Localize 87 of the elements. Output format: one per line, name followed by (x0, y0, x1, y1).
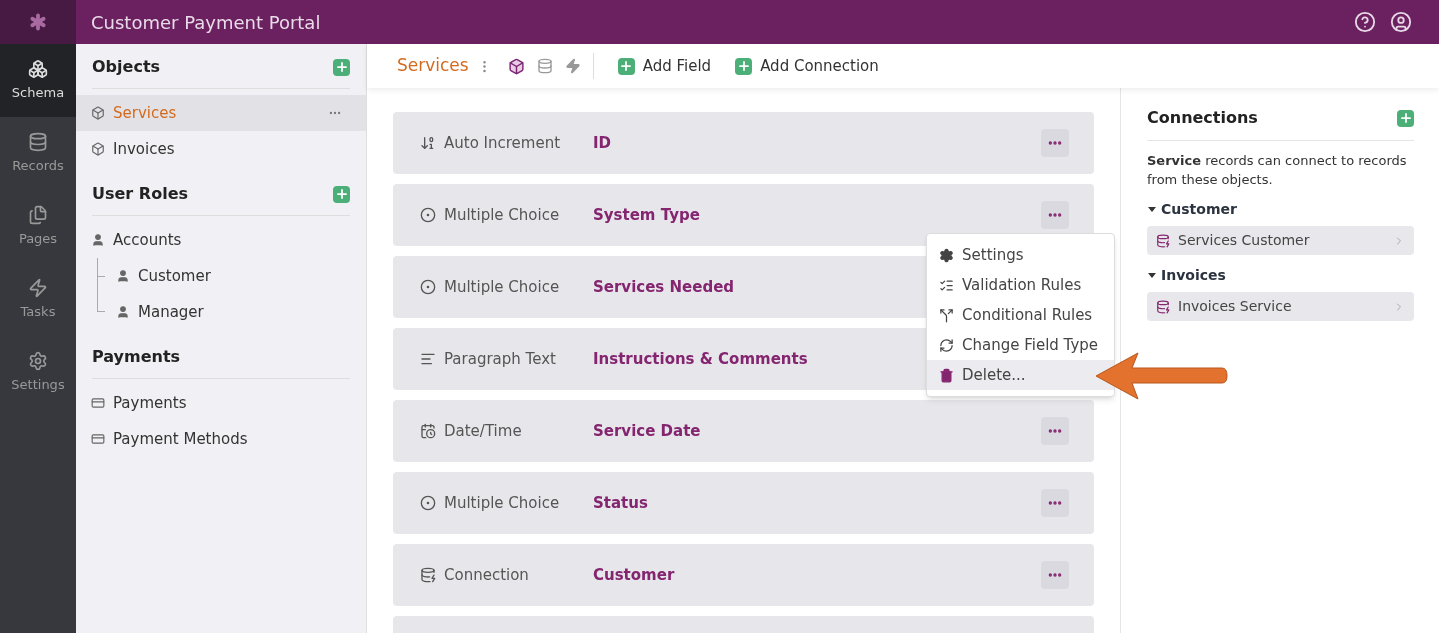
person-icon (116, 269, 130, 283)
field-name: System Type (593, 204, 700, 226)
choice-icon (420, 279, 436, 295)
choice-icon (420, 495, 436, 511)
more-button[interactable] (1041, 129, 1069, 157)
field-row[interactable]: Date/Time Service Date (393, 400, 1094, 462)
app-title: Customer Payment Portal (91, 10, 321, 35)
sidebar-item[interactable]: Invoices (76, 131, 366, 167)
add-button[interactable] (333, 185, 350, 203)
person-icon (91, 233, 105, 247)
section-title: User Roles (92, 183, 188, 205)
field-name: Customer (593, 564, 675, 586)
datetime-icon (420, 423, 436, 439)
add-toolbar-button[interactable]: Add Connection (735, 54, 879, 78)
connection-item[interactable]: Invoices Service (1147, 292, 1414, 321)
settings-icon (28, 350, 48, 371)
menu-item[interactable]: Delete... (927, 360, 1114, 390)
field-row[interactable]: Connection Customer (393, 544, 1094, 606)
field-type: Connection (444, 564, 529, 586)
cube-icon (91, 142, 105, 156)
nav-item[interactable]: Schema (0, 44, 76, 117)
panel-description: Service records can connect to records from these objects. (1147, 152, 1408, 189)
settings-icon (939, 247, 954, 263)
pages-icon (28, 204, 48, 225)
panel-title: Connections (1147, 107, 1258, 129)
field-row[interactable]: Multiple Choice System Type (393, 184, 1094, 246)
field-type: Multiple Choice (444, 492, 560, 514)
field-name: ID (593, 132, 612, 154)
caret-icon (1147, 206, 1157, 213)
validation-icon (939, 277, 954, 293)
sidebar-item[interactable]: Payments (76, 385, 366, 421)
field-type: Auto Increment (444, 132, 561, 154)
card-icon (91, 396, 105, 410)
sidebar-item[interactable]: Manager (76, 294, 366, 330)
nav-item[interactable]: Pages (0, 190, 76, 263)
more-button[interactable] (1041, 561, 1069, 589)
more-button[interactable] (1041, 417, 1069, 445)
add-button[interactable] (333, 58, 350, 76)
paragraph-icon (420, 351, 436, 367)
plus-icon (619, 59, 634, 73)
more-button[interactable] (1041, 201, 1069, 229)
field-type: Multiple Choice (444, 276, 560, 298)
field-name: Instructions & Comments (593, 348, 808, 370)
choice-icon (420, 207, 436, 223)
more-button[interactable] (1041, 489, 1069, 517)
sidebar-item[interactable]: Accounts (76, 222, 366, 258)
add-button[interactable] (1397, 109, 1414, 127)
field-row[interactable]: Multiple Choice Status (393, 472, 1094, 534)
sidebar-item[interactable]: Customer (76, 258, 366, 294)
bolt-icon[interactable] (564, 58, 581, 74)
person-icon (116, 305, 130, 319)
field-name: Services Needed (593, 276, 735, 298)
field-row[interactable]: Auto Increment ID (393, 112, 1094, 174)
cube-icon (91, 106, 105, 120)
object-title: Services (397, 54, 469, 78)
field-type: Paragraph Text (444, 348, 556, 370)
change-icon (939, 337, 954, 353)
caret-icon (1147, 272, 1157, 279)
conditional-icon (939, 307, 954, 323)
field-type: Multiple Choice (444, 204, 560, 226)
connection-icon (420, 567, 436, 583)
sidebar-item[interactable]: Payment Methods (76, 421, 366, 457)
trash-icon (939, 367, 954, 383)
nav-item[interactable]: Settings (0, 336, 76, 409)
database-icon[interactable] (536, 58, 553, 74)
group-title: Invoices (1161, 266, 1226, 285)
section-title: Payments (92, 346, 181, 368)
user-icon[interactable] (1390, 11, 1412, 33)
cube-icon[interactable] (507, 57, 525, 75)
nav-item[interactable]: Tasks (0, 263, 76, 336)
field-name: Status (593, 492, 648, 514)
add-toolbar-button[interactable]: Add Field (617, 54, 712, 78)
connection-icon (1156, 299, 1170, 314)
section-title: Objects (92, 56, 161, 78)
records-icon (28, 131, 48, 152)
plus-icon (736, 59, 751, 73)
tasks-icon (28, 277, 48, 298)
schema-icon (28, 58, 48, 79)
field-name: Service Date (593, 420, 701, 442)
card-icon (91, 432, 105, 446)
group-title: Customer (1161, 200, 1237, 219)
connection-item[interactable]: Services Customer (1147, 226, 1414, 255)
nav-item[interactable]: Records (0, 117, 76, 190)
field-type: Date/Time (444, 420, 522, 442)
autoincrement-icon (420, 135, 436, 151)
help-icon[interactable] (1354, 11, 1376, 33)
connection-icon (1156, 233, 1170, 248)
